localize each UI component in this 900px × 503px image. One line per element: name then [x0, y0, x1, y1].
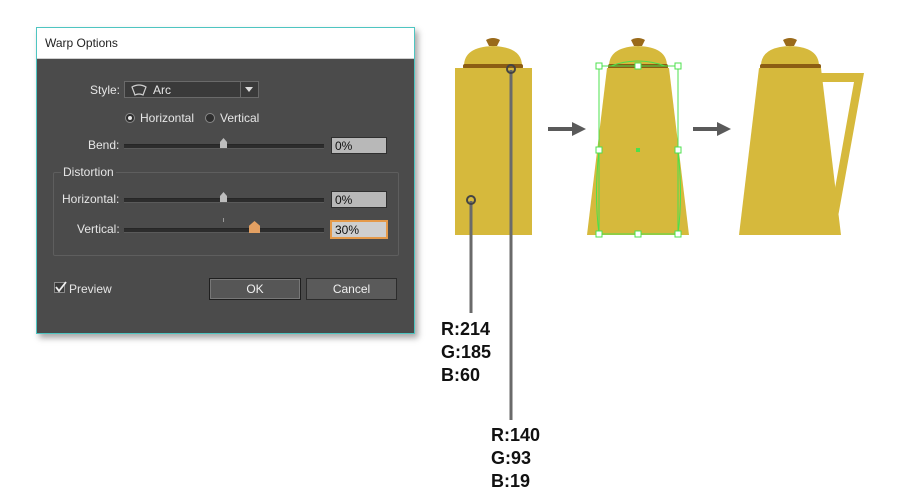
lid-knob — [783, 38, 797, 46]
coffee-pot-illustration — [455, 38, 864, 420]
arrow-right-icon — [548, 122, 586, 136]
rgb-b: B:19 — [491, 471, 531, 491]
rgb-r: R:214 — [441, 319, 491, 339]
pot-body — [455, 68, 532, 235]
rgb-label-body: R:214 G:185 B:60 — [441, 318, 491, 387]
rgb-g: G:93 — [491, 448, 532, 468]
pot-rectangle — [455, 38, 532, 235]
pot-warped-selected — [587, 38, 689, 238]
rgb-b: B:60 — [441, 365, 481, 385]
lid-knob — [631, 38, 645, 46]
lid-dome — [464, 46, 522, 66]
arrow-right-icon — [693, 122, 731, 136]
pot-with-handle — [739, 38, 864, 235]
lid-knob — [486, 38, 500, 46]
lid-dome — [761, 46, 819, 66]
rgb-g: G:185 — [441, 342, 492, 362]
pot-body — [739, 68, 841, 235]
rgb-r: R:140 — [491, 425, 541, 445]
rgb-label-band: R:140 G:93 B:19 — [491, 424, 540, 493]
